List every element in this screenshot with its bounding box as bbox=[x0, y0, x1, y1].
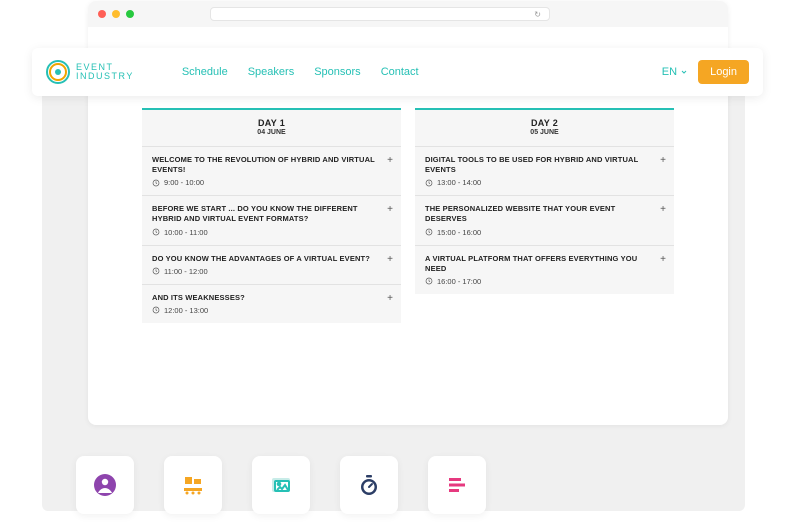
window-minimize-icon[interactable] bbox=[112, 10, 120, 18]
session-time-text: 11:00 - 12:00 bbox=[164, 267, 208, 276]
language-label: EN bbox=[662, 66, 677, 78]
image-icon bbox=[269, 473, 293, 497]
day1-label: DAY 1 bbox=[142, 118, 401, 128]
schedule-day1: DAY 1 04 JUNE WELCOME TO THE REVOLUTION … bbox=[142, 108, 401, 323]
chevron-down-icon bbox=[680, 68, 688, 76]
widget-text[interactable] bbox=[428, 456, 486, 514]
login-button[interactable]: Login bbox=[698, 60, 749, 84]
day1-date: 04 JUNE bbox=[142, 129, 401, 136]
session-row[interactable]: THE PERSONALIZED WEBSITE THAT YOUR EVENT… bbox=[415, 195, 674, 244]
url-bar[interactable]: ↻ bbox=[210, 7, 550, 21]
day1-header: DAY 1 04 JUNE bbox=[142, 110, 401, 146]
session-title: AND ITS WEAKNESSES? bbox=[152, 293, 379, 303]
stopwatch-icon bbox=[357, 473, 381, 497]
logo-text: EVENT INDUSTRY bbox=[76, 63, 134, 82]
logo-line2: INDUSTRY bbox=[76, 72, 134, 81]
nav-sponsors[interactable]: Sponsors bbox=[314, 66, 360, 78]
refresh-icon[interactable]: ↻ bbox=[534, 10, 541, 19]
session-time-text: 10:00 - 11:00 bbox=[164, 228, 208, 237]
text-lines-icon bbox=[445, 473, 469, 497]
window-maximize-icon[interactable] bbox=[126, 10, 134, 18]
session-title: A VIRTUAL PLATFORM THAT OFFERS EVERYTHIN… bbox=[425, 254, 652, 274]
day2-date: 05 JUNE bbox=[415, 129, 674, 136]
widget-gallery[interactable] bbox=[252, 456, 310, 514]
schedule-columns: DAY 1 04 JUNE WELCOME TO THE REVOLUTION … bbox=[142, 108, 674, 323]
session-time-text: 16:00 - 17:00 bbox=[437, 277, 481, 286]
clock-icon bbox=[152, 179, 160, 187]
session-time: 15:00 - 16:00 bbox=[425, 228, 652, 237]
main-nav: Schedule Speakers Sponsors Contact bbox=[182, 66, 419, 78]
browser-title-bar: ↻ bbox=[88, 1, 728, 27]
window-close-icon[interactable] bbox=[98, 10, 106, 18]
session-title: BEFORE WE START ... DO YOU KNOW THE DIFF… bbox=[152, 204, 379, 224]
expand-icon[interactable]: + bbox=[660, 155, 666, 166]
session-time-text: 9:00 - 10:00 bbox=[164, 178, 204, 187]
clock-icon bbox=[425, 277, 433, 285]
session-time-text: 13:00 - 14:00 bbox=[437, 178, 481, 187]
clock-icon bbox=[425, 179, 433, 187]
session-time: 12:00 - 13:00 bbox=[152, 306, 379, 315]
expand-icon[interactable]: + bbox=[660, 254, 666, 265]
session-time: 13:00 - 14:00 bbox=[425, 178, 652, 187]
session-time: 16:00 - 17:00 bbox=[425, 277, 652, 286]
expand-icon[interactable]: + bbox=[387, 293, 393, 304]
session-row[interactable]: DIGITAL TOOLS TO BE USED FOR HYBRID AND … bbox=[415, 146, 674, 195]
expand-icon[interactable]: + bbox=[387, 155, 393, 166]
session-title: DO YOU KNOW THE ADVANTAGES OF A VIRTUAL … bbox=[152, 254, 379, 264]
session-time-text: 15:00 - 16:00 bbox=[437, 228, 481, 237]
session-row[interactable]: WELCOME TO THE REVOLUTION OF HYBRID AND … bbox=[142, 146, 401, 195]
day2-label: DAY 2 bbox=[415, 118, 674, 128]
session-time: 10:00 - 11:00 bbox=[152, 228, 379, 237]
schedule-day2: DAY 2 05 JUNE DIGITAL TOOLS TO BE USED F… bbox=[415, 108, 674, 294]
session-title: DIGITAL TOOLS TO BE USED FOR HYBRID AND … bbox=[425, 155, 652, 175]
user-circle-icon bbox=[93, 473, 117, 497]
nav-speakers[interactable]: Speakers bbox=[248, 66, 294, 78]
expand-icon[interactable]: + bbox=[387, 254, 393, 265]
language-selector[interactable]: EN bbox=[662, 66, 688, 78]
clock-icon bbox=[152, 267, 160, 275]
clock-icon bbox=[425, 228, 433, 236]
blocks-icon bbox=[181, 473, 205, 497]
logo-mark-icon bbox=[46, 60, 70, 84]
site-header: EVENT INDUSTRY Schedule Speakers Sponsor… bbox=[32, 48, 763, 96]
nav-schedule[interactable]: Schedule bbox=[182, 66, 228, 78]
session-time: 11:00 - 12:00 bbox=[152, 267, 379, 276]
session-time-text: 12:00 - 13:00 bbox=[164, 306, 208, 315]
session-row[interactable]: AND ITS WEAKNESSES? 12:00 - 13:00 + bbox=[142, 284, 401, 323]
widget-timer[interactable] bbox=[340, 456, 398, 514]
session-title: WELCOME TO THE REVOLUTION OF HYBRID AND … bbox=[152, 155, 379, 175]
clock-icon bbox=[152, 228, 160, 236]
expand-icon[interactable]: + bbox=[660, 204, 666, 215]
session-time: 9:00 - 10:00 bbox=[152, 178, 379, 187]
session-row[interactable]: BEFORE WE START ... DO YOU KNOW THE DIFF… bbox=[142, 195, 401, 244]
widget-blocks[interactable] bbox=[164, 456, 222, 514]
day2-header: DAY 2 05 JUNE bbox=[415, 110, 674, 146]
session-title: THE PERSONALIZED WEBSITE THAT YOUR EVENT… bbox=[425, 204, 652, 224]
widget-icon-strip bbox=[76, 456, 486, 514]
expand-icon[interactable]: + bbox=[387, 204, 393, 215]
page-content: Schedule. DAY 1 04 JUNE WELCOME TO THE R… bbox=[88, 77, 728, 323]
nav-contact[interactable]: Contact bbox=[381, 66, 419, 78]
logo[interactable]: EVENT INDUSTRY bbox=[46, 60, 134, 84]
session-row[interactable]: DO YOU KNOW THE ADVANTAGES OF A VIRTUAL … bbox=[142, 245, 401, 284]
clock-icon bbox=[152, 306, 160, 314]
widget-profile[interactable] bbox=[76, 456, 134, 514]
session-row[interactable]: A VIRTUAL PLATFORM THAT OFFERS EVERYTHIN… bbox=[415, 245, 674, 294]
